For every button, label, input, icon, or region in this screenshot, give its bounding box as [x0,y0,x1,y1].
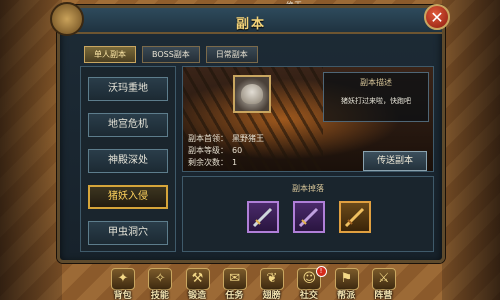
menu-label: 帮派 [337,291,356,300]
tab-daily[interactable]: 日常副本 [205,46,258,63]
stat-boss: 副本首领： 黑野猪王 [188,133,264,145]
background-left-shade [0,0,62,300]
stat-remaining: 剩余次数： 1 [188,157,264,169]
description-box: 副本描述 猪妖打过来啦，快跑吧 [323,72,429,122]
dialog-title: 副本 [235,17,266,32]
quest-icon: ✉ [222,268,247,290]
description-title: 副本描述 [360,78,392,87]
sword-icon [344,207,365,228]
drop-item-sword-1[interactable] [247,201,279,233]
dungeon-item-boar-invasion[interactable]: 猪妖入侵 [88,185,168,209]
menu-label: 社交 [299,291,318,300]
menu-quest-button[interactable]: ✉ 任务 [220,268,249,300]
boar-king-portrait-icon [233,75,271,113]
drop-item-sword-3[interactable] [339,201,371,233]
dungeon-dialog: 副本 ✕ 单人副本 BOSS副本 日常副本 沃玛重地 地宫危机 神殿深处 猪妖入… [50,2,450,263]
dungeon-tabs: 单人副本 BOSS副本 日常副本 [84,46,258,63]
drop-item-sword-2[interactable] [293,201,325,233]
dungeon-item-woma[interactable]: 沃玛重地 [88,77,168,101]
dialog-title-bar: 副本 [60,8,442,34]
menu-camp-button[interactable]: ⚔ 阵营 [369,268,398,300]
dungeon-item-underground[interactable]: 地宫危机 [88,113,168,137]
menu-label: 技能 [150,291,169,300]
menu-bag-button[interactable]: ✦ 背包 [108,268,137,300]
stat-key: 剩余次数： [188,158,228,167]
skill-icon: ✧ [148,268,173,290]
drops-title: 副本掉落 [292,184,324,193]
stat-key: 副本等级： [188,146,228,155]
close-button[interactable]: ✕ [424,4,450,30]
background-right-shade [442,0,500,300]
menu-label: 锻造 [188,291,207,300]
sword-icon [252,207,273,228]
description-text: 猪妖打过来啦，快跑吧 [341,97,411,105]
forge-icon: ⚒ [185,268,210,290]
menu-skill-button[interactable]: ✧ 技能 [145,268,174,300]
drops-panel: 副本掉落 [182,176,434,252]
menu-forge-button[interactable]: ⚒ 锻造 [183,268,212,300]
wing-icon: ❦ [260,268,284,290]
stat-key: 副本首领： [188,134,228,143]
emblem-icon [50,2,84,36]
menu-wing-button[interactable]: ❦ 翅膀 [257,268,286,300]
dungeon-stats: 副本首领： 黑野猪王 副本等级： 60 剩余次数： 1 [188,133,264,169]
menu-social-button[interactable]: ☺ ! 社交 [294,266,327,300]
dungeon-item-beetle-cave[interactable]: 甲虫洞穴 [88,221,168,245]
dungeon-item-temple[interactable]: 神殿深处 [88,149,168,173]
guild-icon: ⚑ [334,268,359,290]
menu-label: 翅膀 [262,291,281,300]
bottom-menu-bar: ✦ 背包 ✧ 技能 ⚒ 锻造 ✉ 任务 ❦ 翅膀 ☺ ! 社交 ⚑ 帮派 ⚔ 阵… [108,266,398,300]
dungeon-list: 沃玛重地 地宫危机 神殿深处 猪妖入侵 甲虫洞穴 [80,66,176,252]
menu-label: 任务 [225,291,244,300]
notification-badge: ! [315,266,327,277]
stat-value: 1 [232,158,238,167]
boss-face-icon [241,84,263,104]
menu-label: 背包 [113,291,132,300]
dungeon-detail-panel: 副本首领： 黑野猪王 副本等级： 60 剩余次数： 1 副本描述 猪妖打过来啦，快跑吧… [182,66,434,172]
bag-icon: ✦ [111,268,135,290]
menu-guild-button[interactable]: ⚑ 帮派 [332,268,361,300]
teleport-button[interactable]: 传送副本 [363,151,427,171]
tab-solo[interactable]: 单人副本 [84,46,136,63]
stat-level: 副本等级： 60 [188,145,264,157]
tab-boss[interactable]: BOSS副本 [142,46,200,63]
menu-label: 阵营 [374,291,393,300]
sword-icon [298,207,319,228]
camp-icon: ⚔ [371,268,396,290]
stat-value: 黑野猪王 [232,134,264,143]
stat-value: 60 [232,146,243,155]
